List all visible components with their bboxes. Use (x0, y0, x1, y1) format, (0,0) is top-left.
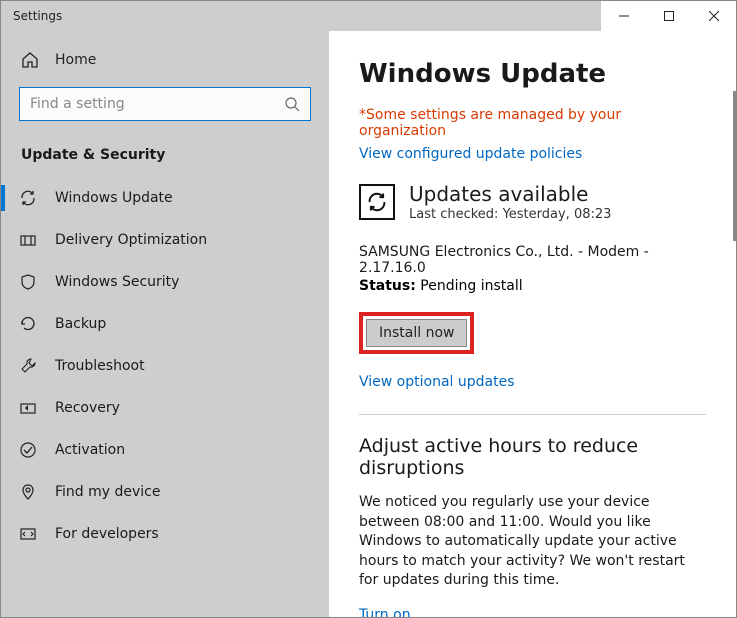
last-checked: Last checked: Yesterday, 08:23 (409, 207, 611, 222)
sidebar-item-label: Backup (55, 316, 106, 332)
window-controls (601, 1, 736, 31)
status-heading: Updates available (409, 182, 611, 206)
install-highlight: Install now (359, 312, 474, 354)
home-label: Home (55, 52, 96, 68)
activation-icon (19, 441, 37, 459)
titlebar: Settings (1, 1, 736, 31)
sidebar-item-recovery[interactable]: Recovery (1, 387, 329, 429)
search-icon (284, 96, 300, 112)
close-button[interactable] (691, 1, 736, 31)
sidebar-item-label: Recovery (55, 400, 120, 416)
window-title: Settings (1, 9, 601, 23)
shield-icon (19, 273, 37, 291)
update-name: SAMSUNG Electronics Co., Ltd. - Modem - … (359, 244, 706, 276)
location-icon (19, 483, 37, 501)
recovery-icon (19, 399, 37, 417)
sidebar-item-backup[interactable]: Backup (1, 303, 329, 345)
page-title: Windows Update (359, 59, 706, 89)
org-warning: *Some settings are managed by your organ… (359, 107, 706, 139)
home-icon (21, 51, 39, 69)
sidebar-item-troubleshoot[interactable]: Troubleshoot (1, 345, 329, 387)
section-header: Update & Security (1, 139, 329, 177)
delivery-icon (19, 231, 37, 249)
install-now-button[interactable]: Install now (366, 319, 467, 347)
status-label: Status: (359, 278, 416, 294)
app-body: Home Update & Security Windows Update De… (1, 31, 736, 617)
minimize-button[interactable] (601, 1, 646, 31)
home-link[interactable]: Home (1, 41, 329, 79)
search-input-container[interactable] (19, 87, 311, 121)
active-hours-heading: Adjust active hours to reduce disruption… (359, 435, 706, 479)
sidebar-item-find-my-device[interactable]: Find my device (1, 471, 329, 513)
sidebar-item-label: Find my device (55, 484, 161, 500)
sidebar-item-label: Activation (55, 442, 125, 458)
main-content: Windows Update *Some settings are manage… (329, 31, 736, 617)
sidebar-item-delivery-optimization[interactable]: Delivery Optimization (1, 219, 329, 261)
active-hours-body: We noticed you regularly use your device… (359, 493, 706, 591)
developer-icon (19, 525, 37, 543)
search-input[interactable] (30, 96, 284, 112)
update-status-text: Updates available Last checked: Yesterda… (409, 182, 611, 222)
maximize-button[interactable] (646, 1, 691, 31)
sidebar-item-label: Delivery Optimization (55, 232, 207, 248)
status-value: Pending install (416, 278, 523, 294)
sidebar-item-label: For developers (55, 526, 159, 542)
sidebar: Home Update & Security Windows Update De… (1, 31, 329, 617)
sidebar-item-activation[interactable]: Activation (1, 429, 329, 471)
policies-link[interactable]: View configured update policies (359, 146, 582, 162)
divider (359, 414, 706, 415)
update-status: Updates available Last checked: Yesterda… (359, 182, 706, 222)
sidebar-item-windows-update[interactable]: Windows Update (1, 177, 329, 219)
scrollbar-thumb[interactable] (733, 91, 736, 241)
sidebar-item-label: Windows Security (55, 274, 179, 290)
sync-icon (19, 189, 37, 207)
backup-icon (19, 315, 37, 333)
sidebar-item-windows-security[interactable]: Windows Security (1, 261, 329, 303)
sidebar-item-label: Troubleshoot (55, 358, 145, 374)
status-line: Status: Pending install (359, 278, 706, 294)
update-icon (359, 184, 395, 220)
sidebar-item-for-developers[interactable]: For developers (1, 513, 329, 555)
sidebar-item-label: Windows Update (55, 190, 173, 206)
optional-updates-link[interactable]: View optional updates (359, 374, 706, 390)
wrench-icon (19, 357, 37, 375)
turn-on-link[interactable]: Turn on (359, 607, 706, 617)
